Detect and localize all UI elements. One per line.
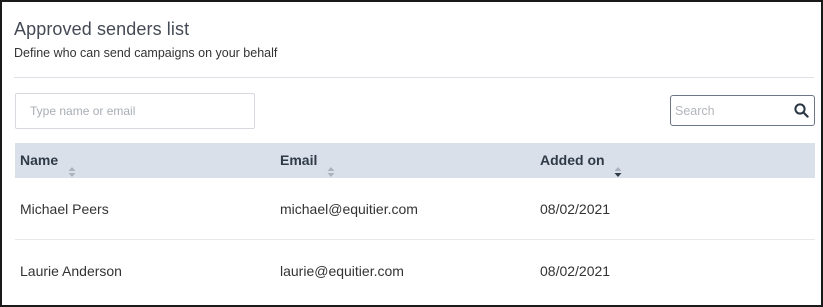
table-header: Name Email Added on xyxy=(15,143,815,178)
sender-name: Michael Peers xyxy=(20,201,109,217)
sort-icon xyxy=(68,155,76,178)
search-input[interactable] xyxy=(673,98,785,123)
approved-senders-panel: Approved senders list Define who can sen… xyxy=(0,0,823,307)
column-header-label: Added on xyxy=(540,152,605,168)
column-header-label: Name xyxy=(20,152,59,168)
sender-email: laurie@equitier.com xyxy=(280,263,404,279)
page-subtitle: Define who can send campaigns on your be… xyxy=(14,46,278,60)
column-header-email[interactable]: Email xyxy=(280,143,335,178)
search-box xyxy=(670,95,815,126)
column-header-label: Email xyxy=(280,152,318,168)
sender-name: Laurie Anderson xyxy=(20,263,122,279)
sender-added-on: 08/02/2021 xyxy=(540,263,611,279)
search-icon[interactable] xyxy=(794,103,809,118)
add-sender-input[interactable] xyxy=(15,93,255,129)
sender-email: michael@equitier.com xyxy=(280,201,418,217)
sender-added-on: 08/02/2021 xyxy=(540,201,611,217)
sort-desc-icon xyxy=(614,155,622,178)
divider xyxy=(14,77,814,78)
senders-table: Name Email Added on Michael Peers michae… xyxy=(15,143,815,302)
column-header-added-on[interactable]: Added on xyxy=(540,143,622,178)
sort-icon xyxy=(327,155,335,178)
page-title: Approved senders list xyxy=(14,19,190,39)
table-row[interactable]: Michael Peers michael@equitier.com 08/02… xyxy=(15,178,815,240)
column-header-name[interactable]: Name xyxy=(20,143,76,178)
table-row[interactable]: Laurie Anderson laurie@equitier.com 08/0… xyxy=(15,240,815,302)
